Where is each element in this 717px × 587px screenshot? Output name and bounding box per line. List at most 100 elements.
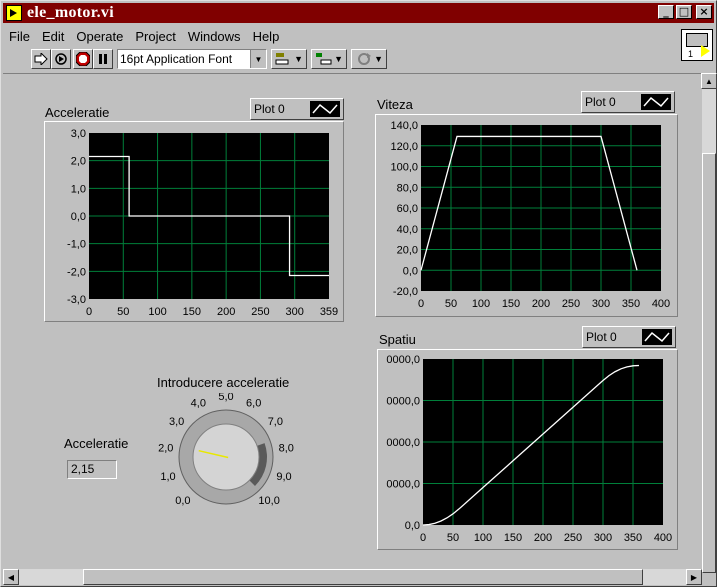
minimize-button[interactable]: _ xyxy=(658,5,674,19)
scroll-left-icon[interactable]: ◀ xyxy=(3,569,19,585)
acceleration-knob[interactable]: 0,01,0 2,0 3,0 4,0 5,0 6,0 7,0 8,0 9,0 10,0 xyxy=(151,393,301,518)
x-tick-label: 200 xyxy=(532,298,550,310)
window-title: ele_motor.vi xyxy=(27,4,114,21)
horizontal-scrollbar[interactable]: ◀ ▶ xyxy=(3,569,702,585)
x-tick-label: 300 xyxy=(592,298,610,310)
graph-viteza[interactable]: 0 50 100 150 200 250 300 350 400 140,0 120,0 100,0 8… xyxy=(375,114,678,317)
x-tick-label: 0 xyxy=(86,306,92,318)
distribute-objects-dropdown[interactable]: ▼ xyxy=(311,49,347,69)
y-tick-label: 2,0 xyxy=(71,156,86,168)
y-tick-label: -1,0 xyxy=(67,239,86,251)
menu-project[interactable]: Project xyxy=(129,29,181,44)
toolbar: 16pt Application Font ▼ ▼ ▼ ▼ xyxy=(3,47,673,71)
y-tick-label: 40,0 xyxy=(397,224,418,236)
graph-viteza-legend[interactable]: Plot 0 xyxy=(581,91,675,113)
y-tick-label: 0000,0 xyxy=(386,396,420,408)
font-select[interactable]: 16pt Application Font ▼ xyxy=(117,49,267,69)
maximize-button[interactable]: □ xyxy=(676,5,692,19)
vi-connector-icon[interactable]: 1 xyxy=(681,29,713,61)
x-tick-label: 200 xyxy=(534,532,552,544)
y-tick-label: -3,0 xyxy=(67,294,86,306)
knob-scale-label: 2,0 xyxy=(158,442,173,454)
y-tick-label: 0000,0 xyxy=(386,437,420,449)
graph-viteza-label: Viteza xyxy=(377,97,413,112)
plot-line-swatch-icon xyxy=(641,94,671,110)
knob-scale-label: 10,0 xyxy=(258,495,279,507)
graph-acceleratie[interactable]: 0 50 100 150 200 250 300 359 3,0 2,0 1,0 0,0 -1,0 -2,… xyxy=(44,121,344,322)
menu-bar: File Edit Operate Project Windows Help xyxy=(3,26,285,46)
reorder-icon xyxy=(358,53,371,65)
chevron-down-icon[interactable]: ▼ xyxy=(334,54,343,64)
close-button[interactable]: × xyxy=(696,5,712,19)
knob-scale-label: 9,0 xyxy=(276,471,291,483)
align-objects-dropdown[interactable]: ▼ xyxy=(271,49,307,69)
x-tick-label: 350 xyxy=(622,298,640,310)
horizontal-scroll-thumb[interactable] xyxy=(83,569,643,585)
x-tick-label: 300 xyxy=(286,306,304,318)
indicator-label: Acceleratie xyxy=(64,436,129,451)
x-tick-label: 0 xyxy=(418,298,424,310)
pause-icon[interactable] xyxy=(93,49,113,69)
y-tick-label: 1,0 xyxy=(71,183,86,195)
run-arrow-icon[interactable] xyxy=(31,49,51,69)
legend-plot-name: Plot 0 xyxy=(586,330,617,344)
menu-file[interactable]: File xyxy=(3,29,36,44)
graph-spatiu-legend[interactable]: Plot 0 xyxy=(582,326,676,348)
y-tick-label: -20,0 xyxy=(393,286,418,298)
title-bar[interactable]: ele_motor.vi _ □ × xyxy=(3,3,714,23)
knob-scale-label: 7,0 xyxy=(268,416,283,428)
y-tick-label: 60,0 xyxy=(397,203,418,215)
x-tick-label: 250 xyxy=(562,298,580,310)
labview-app-icon[interactable] xyxy=(6,5,22,21)
y-tick-label: 0,0 xyxy=(71,211,86,223)
scroll-up-icon[interactable]: ▲ xyxy=(701,73,717,89)
knob-scale-label: 6,0 xyxy=(246,398,261,410)
x-tick-label: 100 xyxy=(474,532,492,544)
menu-windows[interactable]: Windows xyxy=(182,29,247,44)
x-tick-label: 250 xyxy=(251,306,269,318)
graph-acceleratie-label: Acceleratie xyxy=(45,105,110,120)
x-tick-label: 400 xyxy=(654,532,672,544)
y-tick-label: -2,0 xyxy=(67,266,86,278)
graph-viteza-plot: 0 50 100 150 200 250 300 350 400 140,0 120,0 100,0 8… xyxy=(390,120,670,310)
chevron-down-icon[interactable]: ▼ xyxy=(294,54,303,64)
knob-label: Introducere acceleratie xyxy=(157,375,290,390)
knob-scale-label: 8,0 xyxy=(279,442,294,454)
x-tick-label: 100 xyxy=(472,298,490,310)
knob-scale-label: 4,0 xyxy=(191,398,206,410)
chevron-down-icon[interactable]: ▼ xyxy=(250,50,266,68)
y-tick-label: 0,0 xyxy=(403,265,418,277)
graph-acceleratie-plot: 0 50 100 150 200 250 300 359 3,0 2,0 1,0 0,0 -1,0 -2,… xyxy=(67,128,338,318)
x-tick-label: 250 xyxy=(564,532,582,544)
x-tick-label: 359 xyxy=(320,306,338,318)
menu-operate[interactable]: Operate xyxy=(70,29,129,44)
vertical-scrollbar[interactable]: ▲ xyxy=(701,73,717,573)
vertical-scroll-thumb[interactable] xyxy=(702,153,716,573)
y-tick-label: 80,0 xyxy=(397,182,418,194)
graph-spatiu[interactable]: 0 50 100 150 200 250 300 350 400 0000,0 0000,0 0000… xyxy=(377,349,678,550)
graph-acceleratie-legend[interactable]: Plot 0 xyxy=(250,98,344,120)
knob-scale-label: 0,0 xyxy=(175,495,190,507)
labview-window: ele_motor.vi _ □ × File Edit Operate Pro… xyxy=(0,0,717,587)
x-tick-label: 0 xyxy=(420,532,426,544)
reorder-dropdown[interactable]: ▼ xyxy=(351,49,387,69)
y-tick-label: 3,0 xyxy=(71,128,86,140)
scroll-right-icon[interactable]: ▶ xyxy=(686,569,702,585)
run-continuously-icon[interactable] xyxy=(51,49,71,69)
x-tick-label: 150 xyxy=(504,532,522,544)
plot-line-swatch-icon xyxy=(310,101,340,117)
y-tick-label: 140,0 xyxy=(390,120,418,132)
chevron-down-icon[interactable]: ▼ xyxy=(374,54,383,64)
x-tick-label: 200 xyxy=(217,306,235,318)
abort-stop-icon[interactable] xyxy=(73,49,93,69)
acceleration-indicator[interactable]: 2,15 xyxy=(67,460,117,479)
menu-edit[interactable]: Edit xyxy=(36,29,70,44)
plot-line-swatch-icon xyxy=(642,329,672,345)
x-tick-label: 50 xyxy=(117,306,129,318)
x-tick-label: 50 xyxy=(447,532,459,544)
x-tick-label: 400 xyxy=(652,298,670,310)
menu-help[interactable]: Help xyxy=(247,29,286,44)
x-tick-label: 150 xyxy=(502,298,520,310)
y-tick-label: 20,0 xyxy=(397,245,418,257)
x-tick-label: 100 xyxy=(148,306,166,318)
